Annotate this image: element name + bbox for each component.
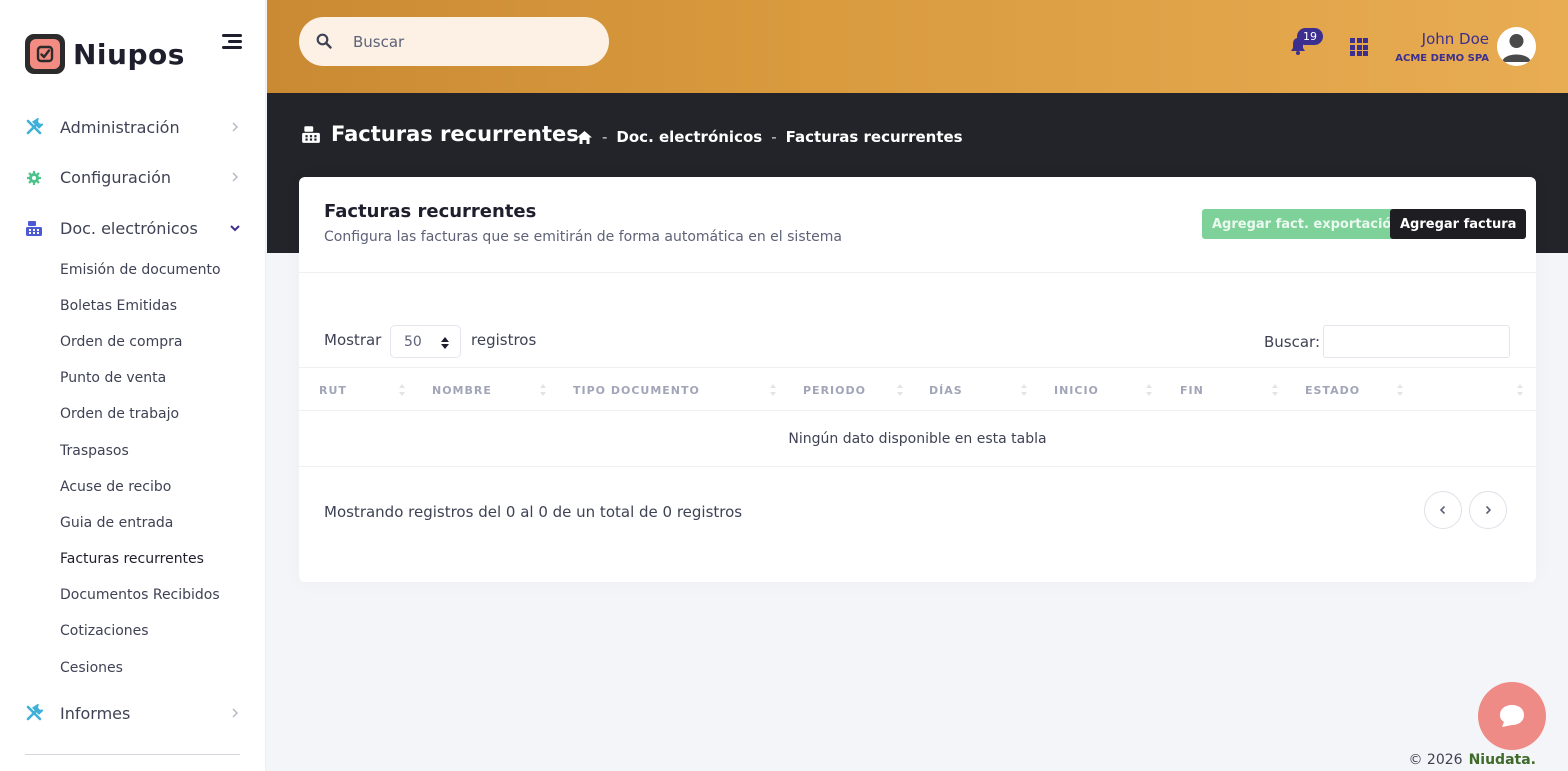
sidebar-item-administracion[interactable]: Administración <box>0 107 266 147</box>
footer-company-link[interactable]: Niudata. <box>1469 752 1536 768</box>
apps-grid-icon[interactable] <box>1350 38 1368 56</box>
submenu-item-acuse-recibo[interactable]: Acuse de recibo <box>60 479 171 495</box>
submenu-item-facturas-recurrentes[interactable]: Facturas recurrentes <box>60 551 204 567</box>
footer: © 2026 Niudata. <box>1408 752 1536 768</box>
chevron-right-icon <box>232 172 238 182</box>
table-search-label: Buscar: <box>1264 333 1321 351</box>
cash-register-icon <box>26 221 42 236</box>
submenu-item-orden-trabajo[interactable]: Orden de trabajo <box>60 406 179 422</box>
sort-icon <box>770 384 776 396</box>
breadcrumb-separator: - <box>602 128 608 146</box>
column-header-inicio[interactable]: INICIO <box>1054 368 1099 412</box>
table-header: RUT NOMBRE TIPO DOCUMENTO PERIODO DÍAS I… <box>299 367 1536 411</box>
next-page-button[interactable] <box>1469 491 1507 529</box>
sort-icon <box>399 384 405 396</box>
sidebar-item-label: Doc. electrónicos <box>60 218 198 238</box>
sort-icon <box>1517 384 1523 396</box>
recurring-invoices-card: Facturas recurrentes Configura las factu… <box>299 177 1536 582</box>
page-title: Facturas recurrentes <box>331 122 579 146</box>
column-header-tipo-documento[interactable]: TIPO DOCUMENTO <box>573 368 700 412</box>
table-info: Mostrando registros del 0 al 0 de un tot… <box>324 503 743 521</box>
home-icon[interactable] <box>576 130 593 145</box>
sidebar-item-doc-electronicos[interactable]: Doc. electrónicos <box>0 208 266 248</box>
page-length-select[interactable]: 50 <box>390 325 461 358</box>
submenu-item-orden-compra[interactable]: Orden de compra <box>60 334 182 350</box>
page-heading: Facturas recurrentes <box>301 122 579 146</box>
user-organization: ACME DEMO SPA <box>1395 53 1489 64</box>
sort-icon <box>897 384 903 396</box>
card-subtitle: Configura las facturas que se emitirán d… <box>324 229 842 245</box>
chevron-down-icon <box>230 225 240 232</box>
sidebar-item-label: Configuración <box>60 167 172 187</box>
add-export-invoice-button[interactable]: Agregar fact. exportación <box>1202 209 1411 239</box>
logo-icon <box>25 34 65 74</box>
page-length-value: 50 <box>404 333 422 350</box>
column-header-rut[interactable]: RUT <box>319 368 347 412</box>
menu-toggle-icon[interactable] <box>220 33 242 51</box>
submenu-item-documentos-recibidos[interactable]: Documentos Recibidos <box>60 587 220 603</box>
sort-icon <box>540 384 546 396</box>
column-header-fin[interactable]: FIN <box>1180 368 1204 412</box>
brand-logo[interactable]: Niupos <box>25 34 185 74</box>
submenu-item-guia-entrada[interactable]: Guia de entrada <box>60 515 173 531</box>
empty-message: Ningún dato disponible en esta tabla <box>788 430 1047 447</box>
chevron-right-icon <box>232 708 238 718</box>
top-header: 19 John Doe ACME DEMO SPA <box>267 0 1568 93</box>
previous-page-button[interactable] <box>1424 491 1462 529</box>
user-name[interactable]: John Doe <box>1422 30 1489 48</box>
chat-bubble-icon <box>1500 705 1524 727</box>
sidebar-divider <box>25 754 240 755</box>
cash-register-icon <box>302 126 320 143</box>
submenu-item-emision-documento[interactable]: Emisión de documento <box>60 262 221 278</box>
sidebar-item-informes[interactable]: Informes <box>0 693 266 733</box>
avatar[interactable] <box>1497 27 1536 66</box>
sidebar-item-configuracion[interactable]: Configuración <box>0 157 266 197</box>
sort-icon <box>1272 384 1278 396</box>
sort-updown-icon <box>441 337 449 349</box>
search-input[interactable] <box>353 29 593 55</box>
submenu-item-traspasos[interactable]: Traspasos <box>60 443 129 459</box>
column-header-dias[interactable]: DÍAS <box>929 368 963 412</box>
card-title: Facturas recurrentes <box>324 201 537 222</box>
sidebar-item-label: Administración <box>60 117 180 137</box>
notification-badge: 19 <box>1297 28 1323 45</box>
submenu-item-boletas-emitidas[interactable]: Boletas Emitidas <box>60 298 177 314</box>
add-invoice-button[interactable]: Agregar factura <box>1390 209 1527 239</box>
sidebar-item-label: Informes <box>60 703 131 723</box>
tools-icon <box>26 704 43 721</box>
tools-icon <box>26 118 43 135</box>
breadcrumb-facturas-recurrentes: Facturas recurrentes <box>785 128 963 146</box>
chat-button[interactable] <box>1478 682 1546 750</box>
column-header-periodo[interactable]: PERIODO <box>803 368 866 412</box>
chevron-right-icon <box>232 122 238 132</box>
footer-copyright: © 2026 <box>1408 752 1463 768</box>
chevron-left-icon <box>1439 505 1446 515</box>
page-length-label: Mostrar <box>324 331 382 349</box>
gear-icon <box>27 171 41 185</box>
column-header-nombre[interactable]: NOMBRE <box>432 368 492 412</box>
table-search-input[interactable] <box>1323 325 1510 358</box>
submenu-item-punto-venta[interactable]: Punto de venta <box>60 370 166 386</box>
search-icon <box>316 33 332 49</box>
sort-icon <box>1146 384 1152 396</box>
card-header: Facturas recurrentes Configura las factu… <box>299 177 1536 273</box>
table-empty-row: Ningún dato disponible en esta tabla <box>299 411 1536 467</box>
global-search <box>299 17 609 66</box>
sidebar: Niupos Administración Configuración Doc.… <box>0 0 266 771</box>
sort-icon <box>1021 384 1027 396</box>
chevron-right-icon <box>1485 505 1492 515</box>
submenu-item-cesiones[interactable]: Cesiones <box>60 660 123 676</box>
breadcrumb-doc-electronicos[interactable]: Doc. electrónicos <box>616 128 762 146</box>
page-length-suffix: registros <box>471 331 537 349</box>
sort-icon <box>1397 384 1403 396</box>
user-avatar-icon <box>1497 27 1536 66</box>
column-header-estado[interactable]: ESTADO <box>1305 368 1360 412</box>
breadcrumb: - Doc. electrónicos - Facturas recurrent… <box>576 128 963 146</box>
brand-name: Niupos <box>73 37 185 71</box>
breadcrumb-separator: - <box>771 128 777 146</box>
submenu-item-cotizaciones[interactable]: Cotizaciones <box>60 623 149 639</box>
